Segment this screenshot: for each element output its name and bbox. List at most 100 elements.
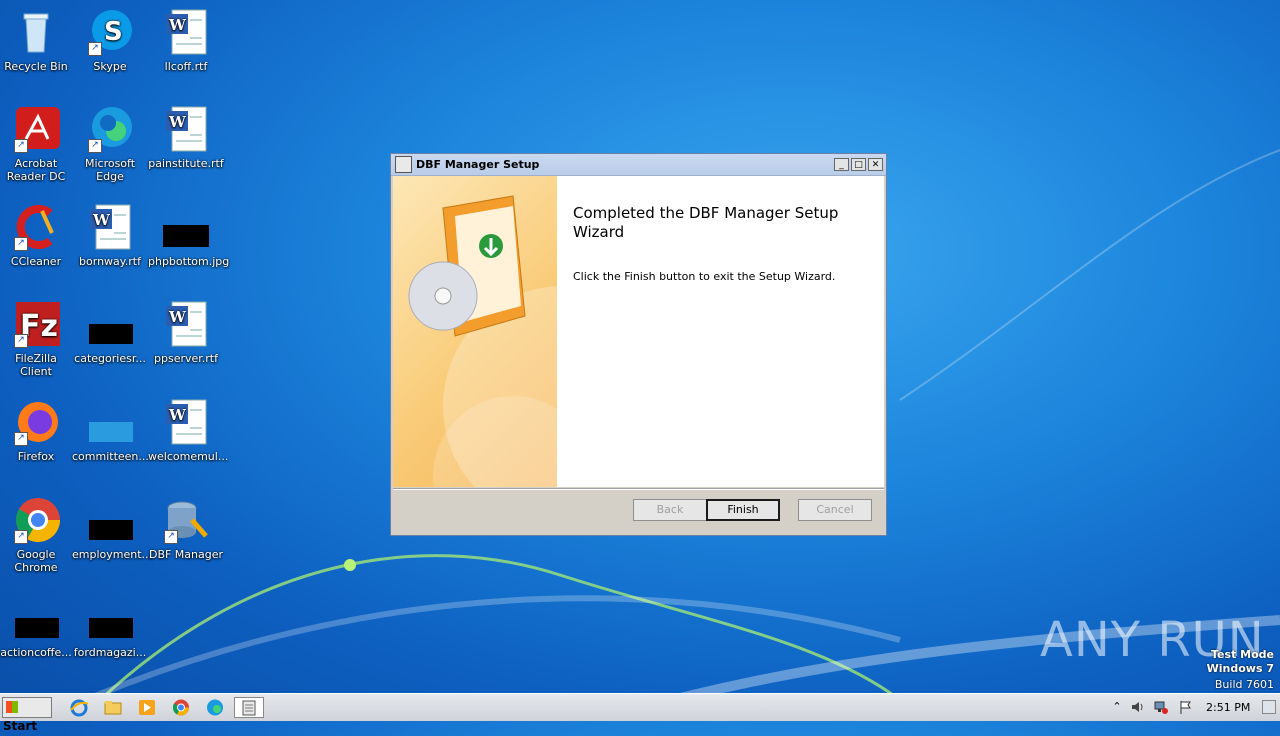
show-desktop-icon[interactable] (1262, 700, 1276, 714)
desktop-icon-label: DBF Manager (148, 548, 224, 561)
clock[interactable]: 2:51 PM (1206, 701, 1250, 714)
windows-version-text: Windows 7 (1206, 662, 1274, 675)
chrome-taskbar-icon[interactable] (170, 697, 192, 718)
shortcut-arrow-icon: ↗ (164, 530, 178, 544)
rtf-file-icon[interactable]: W bornway.rtf (72, 203, 148, 268)
maximize-button[interactable]: □ (851, 158, 866, 171)
dialog-content: Completed the DBF Manager Setup Wizard C… (393, 176, 884, 487)
firefox-icon[interactable]: ↗ Firefox (0, 398, 74, 463)
shortcut-arrow-icon: ↗ (14, 530, 28, 544)
windows-flag-icon (6, 701, 18, 713)
svg-text:S: S (104, 17, 123, 47)
word-doc-glyph: W (162, 105, 210, 153)
desktop-icon-label: CCleaner (10, 255, 62, 268)
word-doc-glyph: W (162, 8, 210, 56)
desktop-icon-label: welcomemul... (148, 450, 229, 463)
word-doc-glyph: W (162, 398, 210, 446)
desktop-icon-label: Firefox (17, 450, 55, 463)
file-icon[interactable]: employment... (72, 496, 152, 561)
image-thumbnail-glyph (162, 203, 210, 251)
cancel-button[interactable]: Cancel (798, 499, 872, 521)
desktop-icon-label: ppserver.rtf (154, 352, 218, 365)
desktop-icon-label: Acrobat Reader DC (6, 157, 66, 183)
acrobat-glyph: ↗ (12, 105, 60, 153)
installer-app-icon (395, 156, 412, 173)
completion-heading: Completed the DBF Manager Setup Wizard (573, 204, 839, 241)
desktop-icon-label: FileZilla Client (15, 352, 57, 378)
file-thumbnail-glyph (86, 300, 134, 348)
desktop-icon-label: llcoff.rtf (164, 60, 208, 73)
shortcut-arrow-icon: ↗ (88, 42, 102, 56)
recycle-bin-glyph (12, 8, 60, 56)
media-player-icon[interactable] (136, 697, 158, 718)
button-separator (393, 488, 884, 490)
file-icon[interactable]: committeen... (72, 398, 149, 463)
shortcut-arrow-icon: ↗ (88, 139, 102, 153)
recycle-bin-icon[interactable]: Recycle Bin (0, 8, 74, 73)
desktop-icon-label: Google Chrome (14, 548, 58, 574)
rtf-file-icon[interactable]: W painstitute.rtf (148, 105, 224, 170)
desktop-icon-label: categoriesr... (74, 352, 146, 365)
desktop-icon-label: Recycle Bin (4, 60, 68, 73)
setup-dialog: DBF Manager Setup _ □ ✕ Completed the DB… (390, 153, 887, 536)
svg-text:W: W (168, 406, 187, 424)
word-doc-glyph: W (86, 203, 134, 251)
network-icon[interactable] (1154, 700, 1168, 714)
volume-icon[interactable] (1130, 700, 1144, 714)
svg-text:W: W (92, 211, 111, 229)
dbf-manager-icon[interactable]: ↗ DBF Manager (148, 496, 224, 561)
file-explorer-icon[interactable] (102, 697, 124, 718)
ccleaner-glyph: ↗ (12, 203, 60, 251)
build-number-text: Build 7601 (1214, 678, 1274, 691)
file-thumbnail-glyph (12, 594, 60, 642)
svg-text:W: W (168, 308, 187, 326)
file-icon[interactable]: categoriesr... (72, 300, 148, 365)
file-thumbnail-glyph (86, 594, 134, 642)
svg-text:W: W (168, 16, 187, 34)
word-doc-glyph: W (162, 300, 210, 348)
setup-taskbar-button[interactable] (234, 697, 264, 718)
shortcut-arrow-icon: ↗ (14, 139, 28, 153)
shortcut-arrow-icon: ↗ (14, 334, 28, 348)
action-center-flag-icon[interactable] (1178, 700, 1192, 714)
close-button[interactable]: ✕ (868, 158, 883, 171)
dialog-title: DBF Manager Setup (416, 158, 540, 171)
edge-taskbar-icon[interactable] (204, 697, 226, 718)
edge-glyph: ↗ (86, 105, 134, 153)
desktop-icon-label: painstitute.rtf (148, 157, 224, 170)
file-thumbnail-glyph (86, 496, 134, 544)
start-label: Start (3, 719, 38, 733)
wizard-banner-image (393, 176, 557, 487)
internet-explorer-icon[interactable] (68, 697, 90, 718)
skype-glyph: S ↗ (86, 8, 134, 56)
show-hidden-icons-icon[interactable]: ⌃ (1110, 700, 1124, 714)
back-button[interactable]: Back (633, 499, 707, 521)
jpg-file-icon[interactable]: phpbottom.jpg (148, 203, 230, 268)
completion-message: Click the Finish button to exit the Setu… (573, 270, 836, 283)
chrome-icon[interactable]: ↗ Google Chrome (0, 496, 74, 574)
edge-icon[interactable]: ↗ Microsoft Edge (72, 105, 148, 183)
finish-button[interactable]: Finish (706, 499, 780, 521)
file-thumbnail-glyph (86, 398, 134, 446)
rtf-file-icon[interactable]: W welcomemul... (148, 398, 229, 463)
shortcut-arrow-icon: ↗ (14, 432, 28, 446)
desktop-icon-label: Microsoft Edge (84, 157, 136, 183)
skype-icon[interactable]: S ↗ Skype (72, 8, 148, 73)
taskbar: Start ⌃ 2:51 PM (0, 693, 1280, 733)
file-icon[interactable]: fordmagazi... (72, 594, 148, 659)
chrome-glyph: ↗ (12, 496, 60, 544)
rtf-file-icon[interactable]: W ppserver.rtf (148, 300, 224, 365)
file-icon[interactable]: actioncoffe... (0, 594, 74, 659)
minimize-button[interactable]: _ (834, 158, 849, 171)
svg-text:W: W (168, 113, 187, 131)
filezilla-glyph: Fz ↗ (12, 300, 60, 348)
filezilla-icon[interactable]: Fz ↗ FileZilla Client (0, 300, 74, 378)
dialog-titlebar[interactable]: DBF Manager Setup _ □ ✕ (391, 154, 886, 176)
desktop-icon-label: Skype (93, 60, 127, 73)
start-button[interactable]: Start (2, 697, 52, 733)
rtf-file-icon[interactable]: W llcoff.rtf (148, 8, 224, 73)
ccleaner-icon[interactable]: ↗ CCleaner (0, 203, 74, 268)
desktop-icon-label: phpbottom.jpg (148, 255, 230, 268)
desktop-icon-label: committeen... (72, 450, 149, 463)
acrobat-icon[interactable]: ↗ Acrobat Reader DC (0, 105, 74, 183)
